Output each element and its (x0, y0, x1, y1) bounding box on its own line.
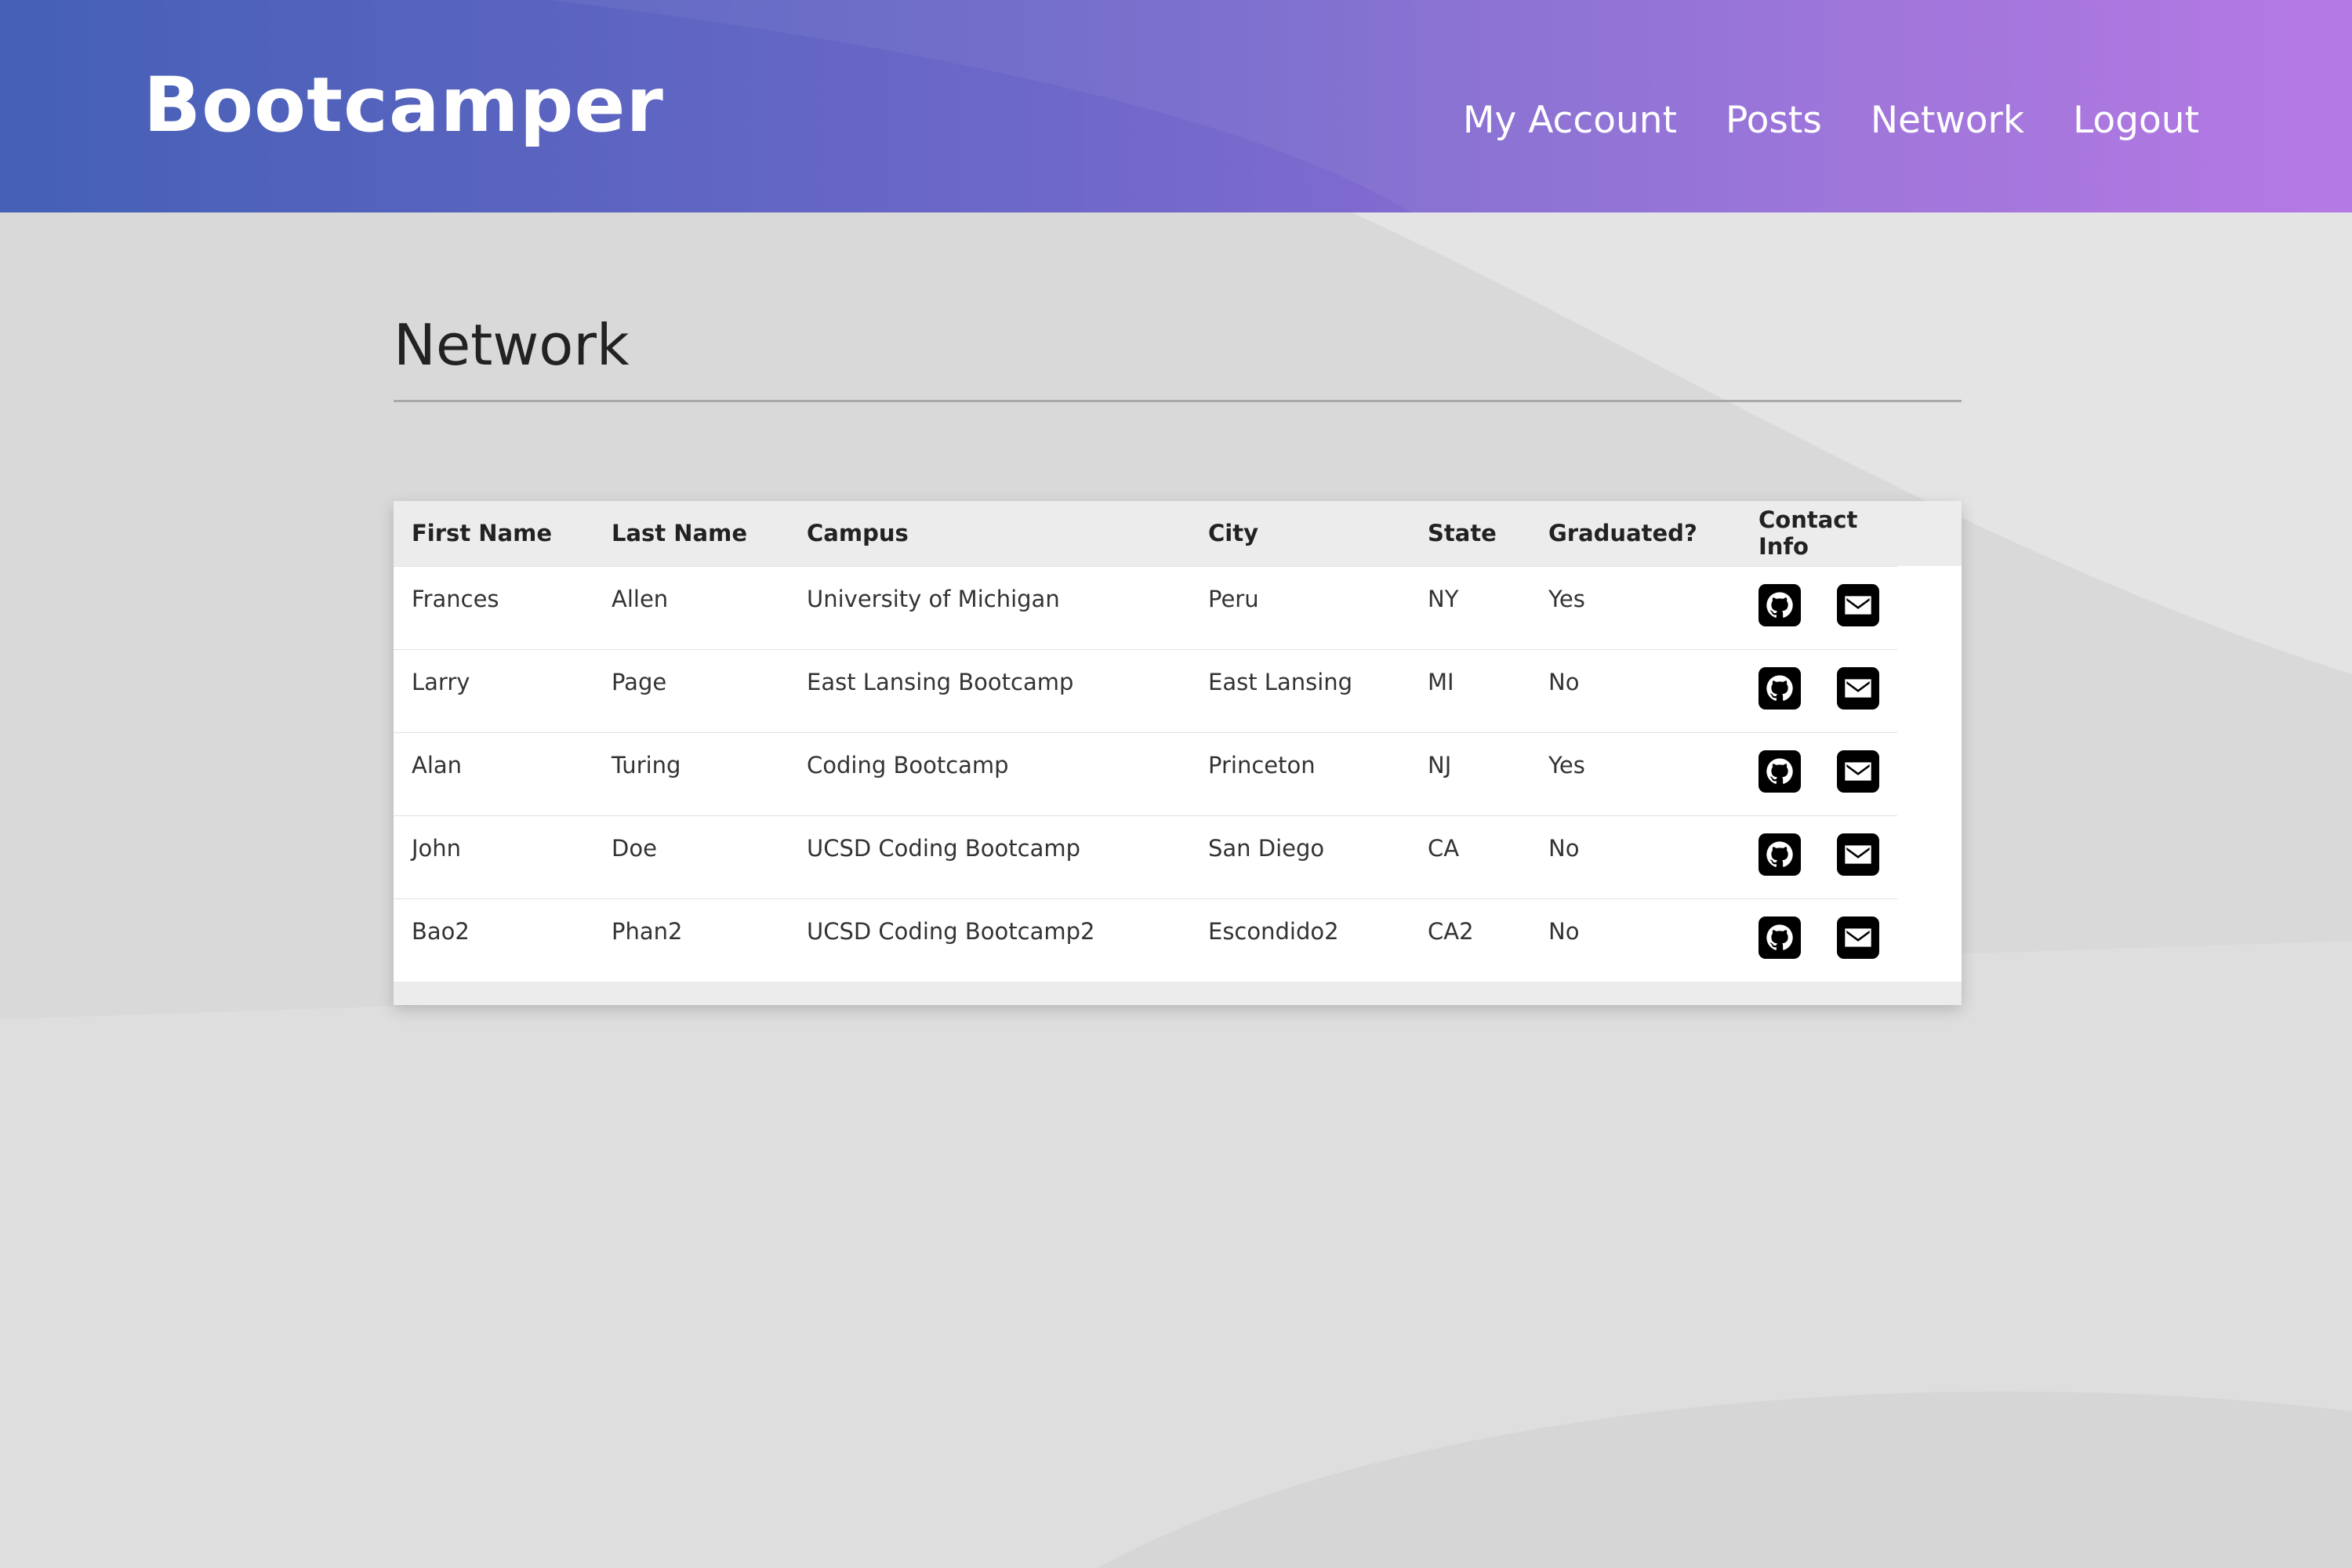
title-divider (394, 400, 1962, 402)
cell-graduated: No (1530, 815, 1740, 898)
table-row: John Doe UCSD Coding Bootcamp San Diego … (394, 815, 1962, 898)
contact-icons (1759, 750, 1897, 793)
cell-contact-info (1740, 731, 1897, 815)
contact-icons (1759, 583, 1897, 626)
top-navbar: Bootcamper My Account Posts Network Logo… (0, 0, 2352, 212)
github-icon[interactable] (1759, 750, 1801, 793)
cell-graduated: No (1530, 648, 1740, 732)
cell-campus: UCSD Coding Bootcamp2 (789, 898, 1190, 982)
github-icon[interactable] (1759, 916, 1801, 959)
cell-graduated: Yes (1530, 565, 1740, 649)
cell-first-name: Bao2 (394, 898, 593, 982)
table-row: Bao2 Phan2 UCSD Coding Bootcamp2 Escondi… (394, 898, 1962, 982)
cell-city: East Lansing (1190, 648, 1410, 732)
cell-state: MI (1410, 648, 1530, 732)
network-table-card: First Name Last Name Campus City State G… (394, 501, 1962, 1005)
cell-graduated: Yes (1530, 731, 1740, 815)
cell-last-name: Allen (593, 565, 789, 649)
row-spacer (1897, 649, 1962, 732)
cell-first-name: Alan (394, 731, 593, 815)
column-header-campus: Campus (807, 520, 909, 547)
table-header-spacer (1897, 501, 1962, 566)
cell-first-name: Frances (394, 565, 593, 649)
cell-city: Escondido2 (1190, 898, 1410, 982)
table-header-row: First Name Last Name Campus City State G… (394, 501, 1962, 566)
cell-contact-info (1740, 565, 1897, 649)
main-nav: My Account Posts Network Logout (1463, 99, 2199, 142)
column-header-last-name: Last Name (612, 520, 747, 547)
column-header-state: State (1428, 520, 1497, 547)
envelope-icon[interactable] (1837, 583, 1879, 626)
column-header-contact-info: Contact Info (1759, 506, 1858, 561)
cell-contact-info (1740, 648, 1897, 732)
github-icon[interactable] (1759, 666, 1801, 710)
envelope-icon[interactable] (1837, 666, 1879, 710)
envelope-icon[interactable] (1837, 750, 1879, 793)
nav-link-network[interactable]: Network (1871, 99, 2024, 142)
column-header-graduated: Graduated? (1548, 520, 1697, 547)
cell-campus: UCSD Coding Bootcamp (789, 815, 1190, 898)
page-header: Network (394, 298, 1962, 402)
cell-last-name: Phan2 (593, 898, 789, 982)
row-spacer (1897, 566, 1962, 649)
cell-state: CA2 (1410, 898, 1530, 982)
github-icon[interactable] (1759, 583, 1801, 626)
cell-contact-info (1740, 898, 1897, 982)
table-row: Frances Allen University of Michigan Per… (394, 565, 1962, 649)
cell-campus: University of Michigan (789, 565, 1190, 649)
cell-contact-info (1740, 815, 1897, 898)
envelope-icon[interactable] (1837, 833, 1879, 876)
cell-first-name: John (394, 815, 593, 898)
nav-link-logout[interactable]: Logout (2073, 99, 2199, 142)
row-spacer (1897, 898, 1962, 982)
envelope-icon[interactable] (1837, 916, 1879, 959)
brand-logo[interactable]: Bootcamper (143, 61, 664, 149)
cell-campus: East Lansing Bootcamp (789, 648, 1190, 732)
cell-city: Peru (1190, 565, 1410, 649)
nav-link-posts[interactable]: Posts (1726, 99, 1822, 142)
table-footer (394, 982, 1962, 1005)
column-header-first-name: First Name (412, 520, 552, 547)
network-table: First Name Last Name Campus City State G… (394, 501, 1962, 982)
table-row: Larry Page East Lansing Bootcamp East La… (394, 648, 1962, 732)
table-row: Alan Turing Coding Bootcamp Princeton NJ… (394, 731, 1962, 815)
cell-last-name: Turing (593, 731, 789, 815)
cell-campus: Coding Bootcamp (789, 731, 1190, 815)
github-icon[interactable] (1759, 833, 1801, 876)
contact-icons (1759, 666, 1897, 710)
row-spacer (1897, 815, 1962, 898)
row-spacer (1897, 732, 1962, 815)
cell-last-name: Page (593, 648, 789, 732)
cell-city: Princeton (1190, 731, 1410, 815)
cell-state: CA (1410, 815, 1530, 898)
contact-icons (1759, 833, 1897, 876)
column-header-city: City (1208, 520, 1258, 547)
cell-city: San Diego (1190, 815, 1410, 898)
contact-icons (1759, 916, 1897, 959)
cell-state: NJ (1410, 731, 1530, 815)
cell-state: NY (1410, 565, 1530, 649)
cell-first-name: Larry (394, 648, 593, 732)
nav-link-my-account[interactable]: My Account (1463, 99, 1677, 142)
cell-last-name: Doe (593, 815, 789, 898)
page-title: Network (394, 312, 630, 378)
cell-graduated: No (1530, 898, 1740, 982)
